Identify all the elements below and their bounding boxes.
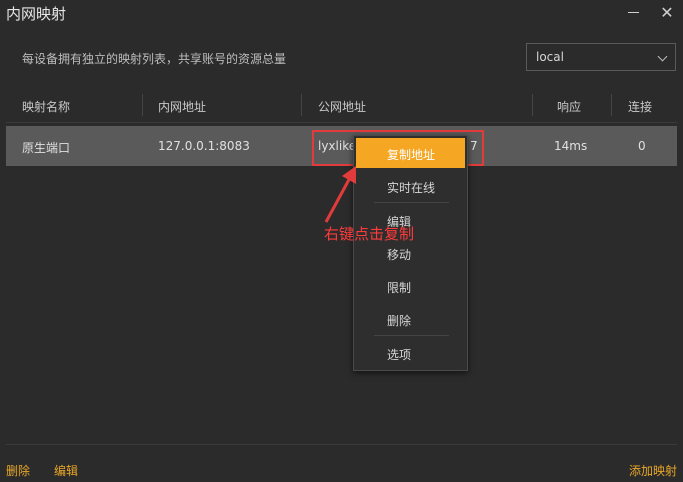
menu-divider (374, 202, 449, 203)
table-header: 映射名称 内网地址 公网地址 响应 连接 (6, 88, 677, 123)
menu-item-limit[interactable]: 限制 (354, 272, 467, 300)
menu-item-realtime-online[interactable]: 实时在线 (354, 172, 467, 200)
column-divider (611, 94, 612, 116)
menu-item-label: 删除 (387, 314, 412, 328)
delete-link[interactable]: 删除 (6, 462, 30, 479)
add-mapping-link[interactable]: 添加映射 (629, 462, 677, 479)
column-header-public[interactable]: 公网地址 (318, 98, 366, 115)
edit-link[interactable]: 编辑 (54, 462, 78, 479)
menu-item-label: 限制 (387, 281, 412, 295)
cell-internal-address: 127.0.0.1:8083 (158, 139, 250, 153)
chevron-down-icon (657, 51, 668, 62)
menu-divider (374, 335, 449, 336)
annotation-text: 右键点击复制 (324, 225, 415, 243)
menu-item-label: 实时在线 (387, 181, 436, 195)
description-text: 每设备拥有独立的映射列表，共享账号的资源总量 (22, 52, 287, 66)
annotation-arrow-icon (324, 166, 356, 223)
column-divider (301, 94, 302, 116)
minimize-button[interactable] (622, 2, 644, 24)
column-divider (532, 94, 533, 116)
column-header-internal[interactable]: 内网地址 (158, 98, 206, 115)
menu-item-copy-address[interactable]: 复制地址 (356, 138, 465, 168)
menu-item-label: 复制地址 (387, 148, 436, 162)
cell-latency: 14ms (554, 139, 588, 153)
cell-connections: 0 (638, 139, 646, 153)
close-button[interactable]: ✕ (656, 2, 678, 24)
menu-item-delete[interactable]: 删除 (354, 305, 467, 333)
menu-item-label: 移动 (387, 248, 412, 262)
column-header-latency[interactable]: 响应 (557, 98, 581, 115)
menu-item-options[interactable]: 选项 (354, 339, 467, 367)
column-header-name[interactable]: 映射名称 (22, 98, 70, 115)
column-header-connections[interactable]: 连接 (628, 98, 652, 115)
device-select[interactable]: local (526, 43, 676, 71)
title-bar: 内网映射 ✕ (0, 0, 683, 28)
device-select-value: local (536, 50, 564, 64)
column-divider (142, 94, 143, 116)
footer-divider (6, 444, 677, 445)
cell-name: 原生端口 (22, 141, 71, 155)
window-title: 内网映射 (6, 5, 67, 23)
menu-item-label: 选项 (387, 348, 412, 362)
context-menu: 复制地址 实时在线 编辑 移动 限制 删除 选项 (353, 135, 468, 371)
